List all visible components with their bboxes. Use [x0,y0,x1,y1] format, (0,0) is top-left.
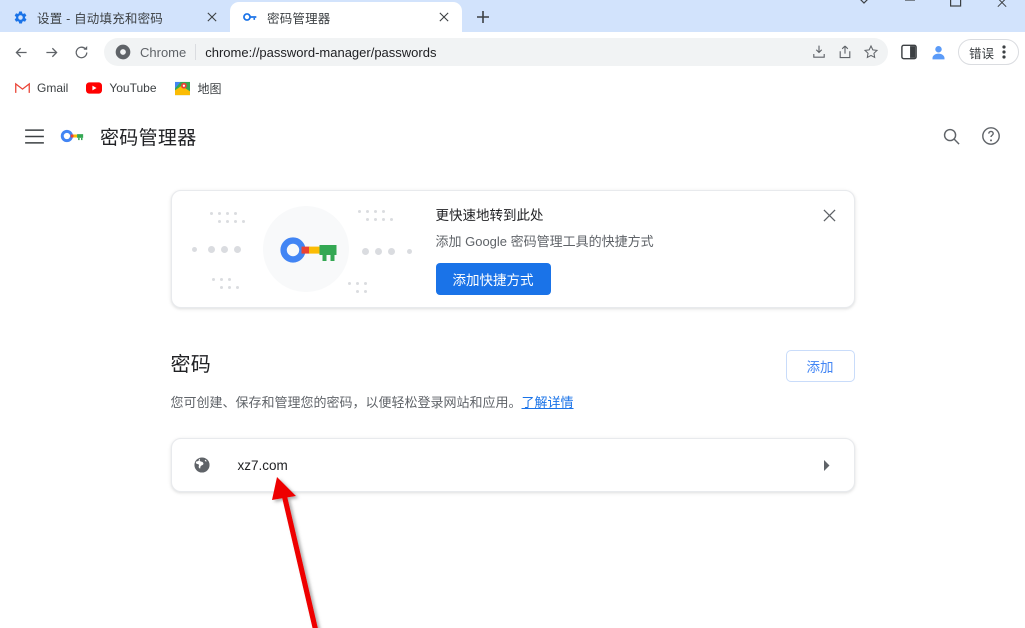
close-button[interactable] [979,0,1025,20]
password-manager-page: 密码管理器 更快速地转到此处 添加 Google 密码管理工具的快捷方式 添加快… [0,104,1025,628]
omnibox-chip: Chrome [140,44,187,60]
bookmark-maps[interactable]: 地图 [167,76,230,100]
share-icon[interactable] [832,39,858,65]
tab-password-manager[interactable]: 密码管理器 [230,2,462,32]
page-content: 更快速地转到此处 添加 Google 密码管理工具的快捷方式 添加快捷方式 密码… [170,168,855,493]
error-label: 错误 [968,46,994,61]
side-panel-icon[interactable] [894,37,924,67]
chevron-down-icon[interactable] [841,0,887,20]
bookmark-label: Gmail [37,81,69,95]
tab-title: 密码管理器 [267,11,331,26]
maps-icon [175,80,191,96]
promo-illustration [172,191,434,307]
maximize-button[interactable] [933,0,979,20]
shortcut-promo-card: 更快速地转到此处 添加 Google 密码管理工具的快捷方式 添加快捷方式 [170,190,855,308]
gmail-icon [14,80,30,96]
omnibox-url: chrome://password-manager/passwords [205,44,437,60]
add-password-button[interactable]: 添加 [785,350,855,382]
omnibox-actions [806,39,884,65]
promo-close-icon[interactable] [816,201,844,229]
tab-close-button[interactable] [434,7,454,27]
list-item[interactable]: xz7.com [172,439,854,491]
tab-close-button[interactable] [202,7,222,27]
passwords-section-header: 密码 您可创建、保存和管理您的密码，以便轻松登录网站和应用。了解详情 添加 [171,348,855,412]
new-tab-button[interactable] [466,2,500,32]
bookmark-label: YouTube [109,81,157,95]
tab-settings-autofill[interactable]: 设置 - 自动填充和密码 [0,2,230,32]
browser-toolbar: Chrome chrome://password-manager/passwor… [0,32,1025,72]
key-icon [242,9,258,25]
three-dot-icon[interactable] [994,41,1014,63]
bookmarks-bar: Gmail YouTube 地图 [0,72,1025,104]
reload-button[interactable] [66,37,96,67]
bookmark-gmail[interactable]: Gmail [6,76,76,100]
promo-text-block: 更快速地转到此处 添加 Google 密码管理工具的快捷方式 添加快捷方式 [434,204,854,295]
password-entries-list: xz7.com [170,438,855,493]
bookmark-label: 地图 [197,81,222,96]
passwords-description: 您可创建、保存和管理您的密码，以便轻松登录网站和应用。了解详情 [171,394,786,412]
youtube-icon [86,80,103,96]
page-title: 密码管理器 [100,127,197,149]
profile-avatar-icon[interactable] [924,37,954,67]
omnibox-separator [195,44,197,60]
forward-button[interactable] [36,37,66,67]
learn-more-link[interactable]: 了解详情 [522,395,574,410]
hamburger-icon[interactable] [14,116,54,156]
chevron-right-icon[interactable] [818,456,836,474]
chrome-icon [114,43,132,61]
minimize-button[interactable] [887,0,933,20]
help-icon[interactable] [971,116,1011,156]
browser-window: 设置 - 自动填充和密码 密码管理器 Chrome chrome://passw… [0,0,1025,628]
passwords-title: 密码 [170,354,212,376]
passwords-description-text: 您可创建、保存和管理您的密码，以便轻松登录网站和应用。 [170,395,522,410]
tab-title: 设置 - 自动填充和密码 [37,11,164,26]
promo-subtext: 添加 Google 密码管理工具的快捷方式 [435,233,654,249]
address-bar[interactable]: Chrome chrome://password-manager/passwor… [104,38,888,66]
add-shortcut-button[interactable]: 添加快捷方式 [435,262,551,295]
globe-icon [192,455,212,475]
error-status-pill[interactable]: 错误 [957,39,1019,65]
passwords-section: 密码 您可创建、保存和管理您的密码，以便轻松登录网站和应用。了解详情 添加 xz… [170,348,855,493]
search-icon[interactable] [931,116,971,156]
window-controls [841,0,1025,20]
google-password-key-illustration [279,236,342,269]
back-button[interactable] [6,37,36,67]
gear-icon [12,9,28,25]
password-entry-site: xz7.com [237,457,288,473]
passwords-heading-block: 密码 您可创建、保存和管理您的密码，以便轻松登录网站和应用。了解详情 [171,348,786,412]
bookmark-star-icon[interactable] [858,39,884,65]
bookmark-youtube[interactable]: YouTube [78,76,164,100]
download-icon[interactable] [806,39,832,65]
google-password-key-icon [58,122,86,150]
tab-strip: 设置 - 自动填充和密码 密码管理器 [0,0,1025,32]
promo-heading: 更快速地转到此处 [435,207,544,223]
password-manager-header: 密码管理器 [0,104,1025,168]
